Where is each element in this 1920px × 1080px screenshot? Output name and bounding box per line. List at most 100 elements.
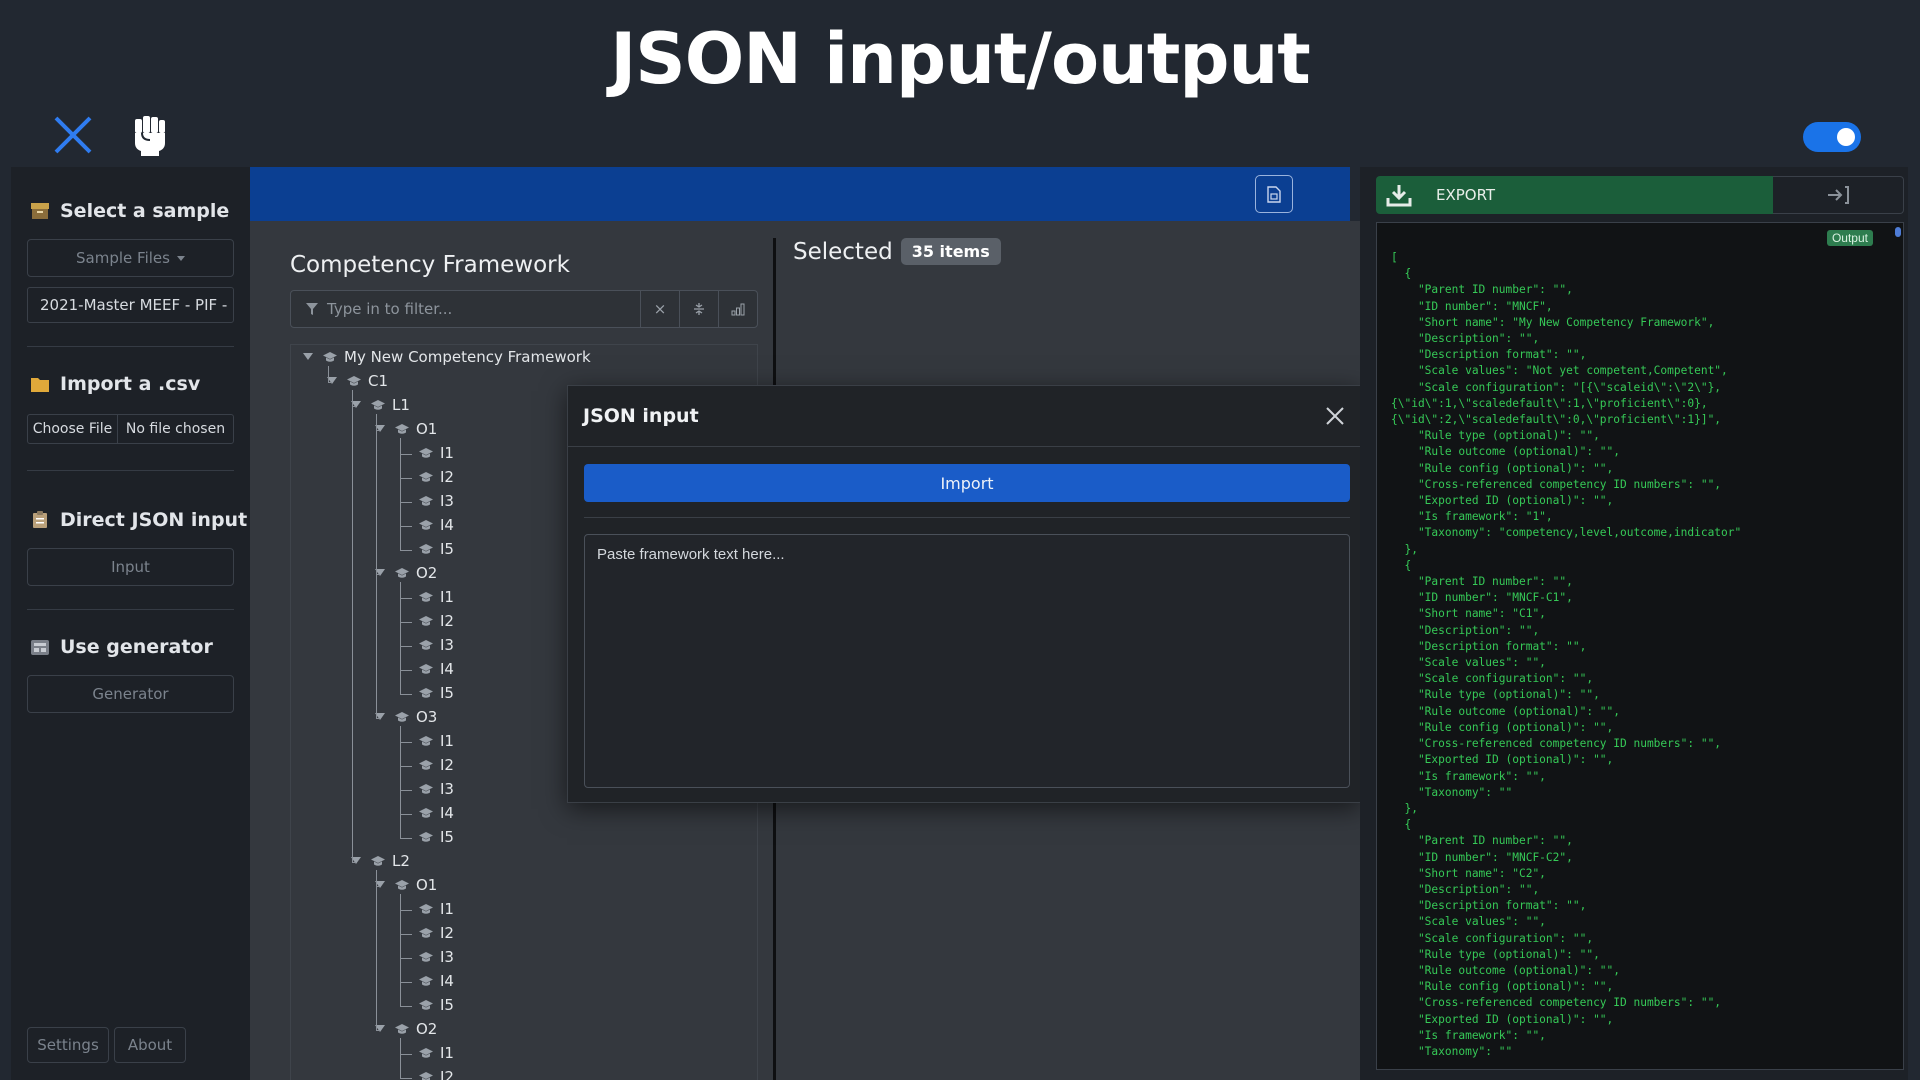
tree-node-label: I1 bbox=[440, 1044, 454, 1062]
tree-indicator-node[interactable]: I3 bbox=[418, 636, 454, 654]
graduation-cap-icon bbox=[395, 880, 409, 890]
tree-guide bbox=[400, 582, 401, 694]
tree-indicator-node[interactable]: I3 bbox=[418, 780, 454, 798]
clear-filter-button[interactable]: × bbox=[640, 291, 679, 327]
graduation-cap-icon bbox=[419, 760, 433, 770]
tree-outcome-node[interactable]: O3 bbox=[375, 708, 437, 726]
about-button[interactable]: About bbox=[114, 1027, 186, 1063]
tree-indicator-node[interactable]: I2 bbox=[418, 924, 454, 942]
tree-connector bbox=[400, 910, 412, 911]
tree-indicator-node[interactable]: I5 bbox=[418, 996, 454, 1014]
tree-indicator-node[interactable]: I4 bbox=[418, 972, 454, 990]
framework-title: Competency Framework bbox=[290, 252, 570, 278]
fist-icon[interactable] bbox=[132, 113, 168, 157]
tree-indicator-node[interactable]: I3 bbox=[418, 948, 454, 966]
tree-indicator-node[interactable]: I4 bbox=[418, 660, 454, 678]
graduation-cap-icon bbox=[395, 424, 409, 434]
tree-node-label: I2 bbox=[440, 1068, 454, 1080]
tree-indicator-node[interactable]: I4 bbox=[418, 804, 454, 822]
tree-indicator-node[interactable]: I2 bbox=[418, 468, 454, 486]
sign-in-button[interactable] bbox=[1773, 176, 1904, 214]
graduation-cap-icon bbox=[323, 352, 337, 362]
graduation-cap-icon bbox=[419, 496, 433, 506]
tree-connector bbox=[400, 622, 412, 623]
tree-root-node[interactable]: My New Competency Framework bbox=[303, 348, 591, 366]
framework-textarea[interactable] bbox=[584, 534, 1350, 788]
tree-node-label: I5 bbox=[440, 684, 454, 702]
tree-node-label: O2 bbox=[416, 564, 438, 582]
tree-indicator-node[interactable]: I2 bbox=[418, 756, 454, 774]
dark-mode-toggle[interactable] bbox=[1803, 122, 1861, 152]
tree-indicator-node[interactable]: I1 bbox=[418, 1044, 454, 1062]
tree-connector bbox=[328, 382, 332, 383]
tree-node-label: I4 bbox=[440, 972, 454, 990]
tree-guide bbox=[376, 414, 377, 718]
graduation-cap-icon bbox=[419, 1048, 433, 1058]
tree-indicator-node[interactable]: I4 bbox=[418, 516, 454, 534]
choose-file-button[interactable]: Choose File bbox=[28, 415, 118, 443]
tree-outcome-node[interactable]: O2 bbox=[375, 1020, 437, 1038]
document-button[interactable] bbox=[1255, 175, 1293, 213]
tree-outcome-node[interactable]: O2 bbox=[375, 564, 438, 582]
clipboard-icon bbox=[33, 511, 47, 528]
tree-guide bbox=[328, 366, 329, 382]
csv-file-input[interactable]: Choose File No file chosen bbox=[27, 414, 234, 444]
caret-down-icon[interactable] bbox=[303, 353, 313, 360]
json-output[interactable]: Output [ { "Parent ID number": "", "ID n… bbox=[1376, 222, 1904, 1070]
tree-indicator-node[interactable]: I5 bbox=[418, 684, 454, 702]
expand-collapse-button[interactable] bbox=[679, 291, 718, 327]
tree-indicator-node[interactable]: I5 bbox=[418, 540, 454, 558]
close-icon[interactable] bbox=[1324, 405, 1346, 427]
stats-button[interactable] bbox=[718, 291, 757, 327]
output-scrollbar[interactable] bbox=[1895, 227, 1901, 237]
bar-chart-icon bbox=[731, 303, 745, 315]
graduation-cap-icon bbox=[371, 400, 385, 410]
sidebar-divider bbox=[27, 470, 234, 471]
tree-indicator-node[interactable]: I3 bbox=[418, 492, 454, 510]
tree-indicator-node[interactable]: I5 bbox=[418, 828, 454, 846]
tree-indicator-node[interactable]: I2 bbox=[418, 612, 454, 630]
generator-button[interactable]: Generator bbox=[27, 675, 234, 713]
tree-connector bbox=[400, 1006, 412, 1007]
tree-connector bbox=[400, 790, 412, 791]
use-generator-title: Use generator bbox=[60, 636, 213, 658]
tree-outcome-node[interactable]: O1 bbox=[375, 876, 437, 894]
export-button[interactable]: EXPORT bbox=[1376, 176, 1773, 214]
sample-select[interactable]: 2021-Master MEEF - PIF - bbox=[27, 287, 234, 323]
download-icon bbox=[1376, 183, 1422, 207]
graduation-cap-icon bbox=[371, 856, 385, 866]
modal-separator bbox=[584, 517, 1350, 518]
tree-connector bbox=[400, 958, 412, 959]
tree-indicator-node[interactable]: I1 bbox=[418, 900, 454, 918]
tree-guide bbox=[376, 870, 377, 1030]
page-title: JSON input/output bbox=[610, 18, 1311, 100]
close-x-icon[interactable] bbox=[52, 114, 94, 156]
tree-competency-node[interactable]: C1 bbox=[327, 372, 388, 390]
tree-node-label: I5 bbox=[440, 828, 454, 846]
tree-node-label: My New Competency Framework bbox=[344, 348, 591, 366]
graduation-cap-icon bbox=[419, 520, 433, 530]
toggle-knob bbox=[1837, 128, 1855, 146]
collapse-icon bbox=[694, 303, 704, 315]
tree-indicator-node[interactable]: I2 bbox=[418, 1068, 454, 1080]
modal-title: JSON input bbox=[583, 405, 699, 427]
tree-level-node[interactable]: L2 bbox=[351, 852, 410, 870]
folder-icon bbox=[31, 378, 49, 392]
tree-indicator-node[interactable]: I1 bbox=[418, 588, 454, 606]
tree-indicator-node[interactable]: I1 bbox=[418, 732, 454, 750]
tree-outcome-node[interactable]: O1 bbox=[375, 420, 437, 438]
tree-connector bbox=[400, 1054, 412, 1055]
tree-indicator-node[interactable]: I1 bbox=[418, 444, 454, 462]
filter-input[interactable]: Type in to filter... bbox=[291, 291, 640, 327]
json-input-button[interactable]: Input bbox=[27, 548, 234, 586]
tree-connector bbox=[400, 742, 412, 743]
tree-level-node[interactable]: L1 bbox=[351, 396, 410, 414]
tree-guide bbox=[352, 390, 353, 862]
tree-node-label: I1 bbox=[440, 900, 454, 918]
selected-heading: Selected 35 items bbox=[793, 238, 1001, 265]
tree-node-label: I3 bbox=[440, 492, 454, 510]
sample-files-dropdown[interactable]: Sample Files bbox=[27, 239, 234, 277]
tree-connector bbox=[400, 934, 412, 935]
import-button[interactable]: Import bbox=[584, 464, 1350, 502]
settings-button[interactable]: Settings bbox=[27, 1027, 109, 1063]
